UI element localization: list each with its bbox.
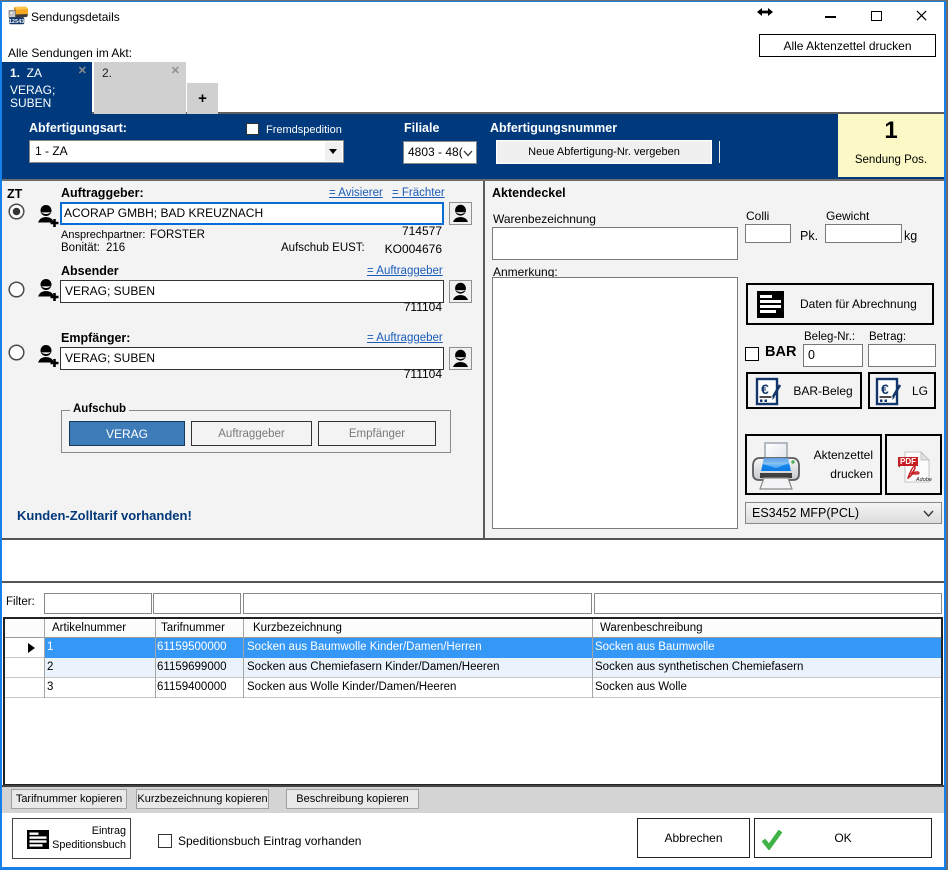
svg-text:Adobe: Adobe — [915, 477, 932, 483]
svg-text:PDF: PDF — [900, 457, 916, 466]
svg-text:€: € — [761, 381, 769, 397]
svg-text:€: € — [881, 381, 889, 397]
svg-text:12543: 12543 — [9, 19, 24, 25]
